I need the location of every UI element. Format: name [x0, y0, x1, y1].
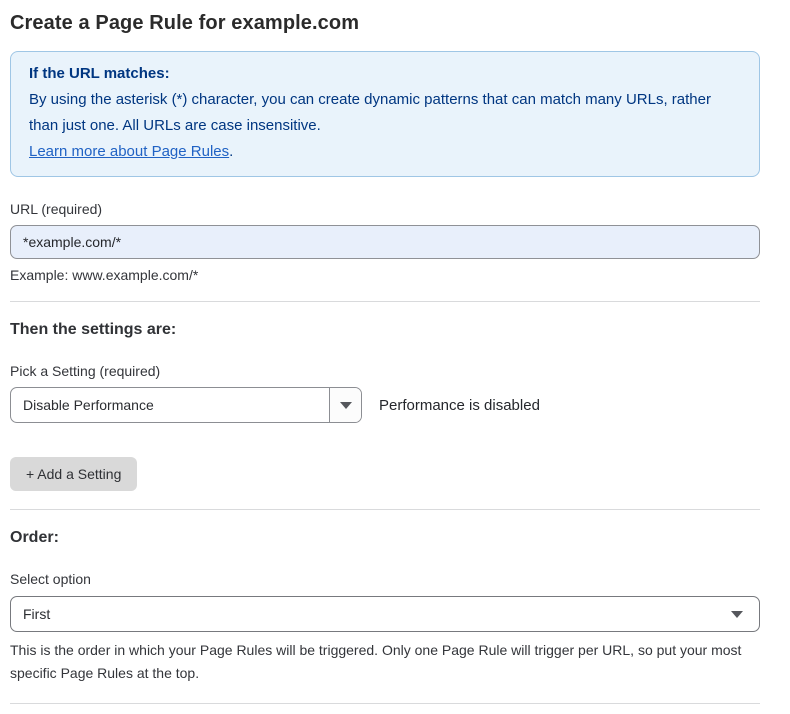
order-section-heading: Order: [10, 529, 760, 547]
order-select-label: Select option [10, 571, 760, 587]
order-select-value: First [23, 606, 50, 622]
info-box-body: By using the asterisk (*) character, you… [29, 87, 741, 139]
url-input[interactable] [10, 225, 760, 259]
page-title: Create a Page Rule for example.com [10, 12, 760, 35]
url-example-text: Example: www.example.com/* [10, 267, 760, 283]
info-box-link-line: Learn more about Page Rules. [29, 139, 741, 165]
order-select[interactable]: First [10, 596, 760, 632]
divider [10, 301, 760, 302]
caret-down-icon [340, 402, 352, 409]
order-help-text: This is the order in which your Page Rul… [10, 639, 760, 685]
settings-section-heading: Then the settings are: [10, 321, 760, 339]
url-field-label: URL (required) [10, 201, 760, 217]
add-setting-button[interactable]: + Add a Setting [10, 457, 137, 491]
link-suffix: . [229, 143, 233, 160]
setting-select[interactable]: Disable Performance [10, 387, 362, 423]
caret-down-icon [731, 611, 743, 618]
create-page-rule-panel: Create a Page Rule for example.com If th… [0, 0, 790, 714]
setting-select-dropdown-button[interactable] [329, 388, 361, 422]
setting-row: Disable Performance Performance is disab… [10, 387, 760, 423]
divider [10, 509, 760, 510]
pick-setting-label: Pick a Setting (required) [10, 363, 760, 379]
setting-status-text: Performance is disabled [379, 397, 540, 414]
info-box-heading: If the URL matches: [29, 61, 741, 87]
learn-more-link[interactable]: Learn more about Page Rules [29, 143, 229, 160]
setting-select-value: Disable Performance [11, 388, 329, 422]
divider [10, 703, 760, 704]
url-matches-info-box: If the URL matches: By using the asteris… [10, 51, 760, 177]
